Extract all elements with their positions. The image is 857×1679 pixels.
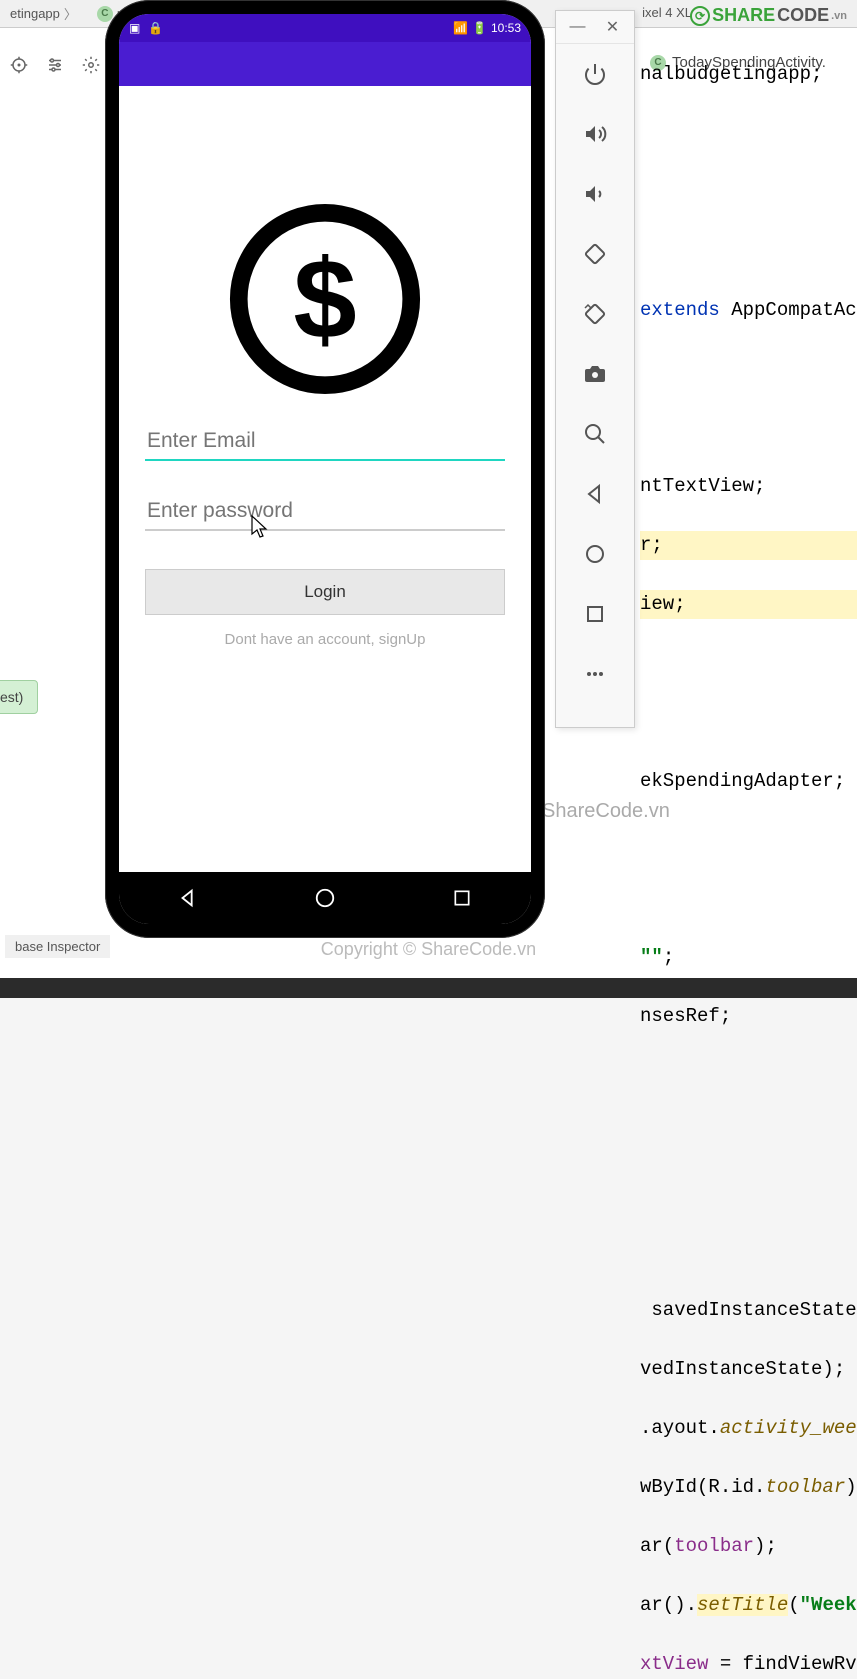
app-logo-dollar-icon: $: [227, 201, 423, 397]
signup-link[interactable]: Dont have an account, signUp: [145, 631, 505, 648]
device-selector-label[interactable]: ixel 4 XL: [642, 5, 692, 20]
phone-device-frame: ▣ 🔒 📶 🔋 10:53 $: [105, 0, 545, 938]
code-line: vedInstanceState);: [640, 1355, 857, 1384]
sharecode-watermark-logo: ⟳ SHARECODE.vn: [690, 5, 847, 26]
code-line: ekSpendingAdapter;: [640, 767, 857, 796]
breadcrumb-label: etingapp: [10, 6, 60, 21]
code-line: [640, 1120, 857, 1149]
nav-overview-button[interactable]: [449, 885, 475, 911]
battery-icon: 🔋: [472, 21, 487, 35]
code-line: iew;: [640, 590, 857, 619]
code-line: ar(toolbar);: [640, 1532, 857, 1561]
app-toolbar: [119, 42, 531, 86]
code-line: [640, 237, 857, 266]
android-status-bar: ▣ 🔒 📶 🔋 10:53: [119, 14, 531, 42]
breadcrumb-item[interactable]: etingapp 〉: [0, 4, 87, 23]
camera-button[interactable]: [556, 344, 634, 404]
lock-icon: 🔒: [148, 21, 163, 35]
code-line: r;: [640, 531, 857, 560]
nav-back-button[interactable]: [175, 885, 201, 911]
gear-icon[interactable]: [82, 56, 100, 74]
code-line: ntTextView;: [640, 472, 857, 501]
code-line: [640, 119, 857, 148]
code-line: [640, 413, 857, 442]
sharecode-icon: ⟳: [690, 6, 710, 26]
ide-toolbar: [0, 50, 100, 80]
more-button[interactable]: [556, 644, 634, 704]
code-line: .ayout.activity_week_spending: [640, 1414, 857, 1443]
home-button[interactable]: [556, 524, 634, 584]
android-nav-bar: [119, 872, 531, 924]
code-line: ar().setTitle("Week Spending: [640, 1591, 857, 1620]
code-line: [640, 1179, 857, 1208]
zoom-button[interactable]: [556, 404, 634, 464]
code-line: extends AppCompatAct: [640, 296, 857, 325]
status-bar-dark: [0, 978, 857, 998]
code-line: [640, 354, 857, 383]
rotate-right-button[interactable]: [556, 284, 634, 344]
svg-text:$: $: [293, 236, 356, 363]
code-line: xtView = findViewRvId(R id t: [640, 1650, 857, 1679]
email-input[interactable]: [145, 419, 505, 461]
run-status-panel[interactable]: est): [0, 680, 38, 714]
code-line: [640, 1061, 857, 1090]
settings-icon[interactable]: [46, 56, 64, 74]
power-button[interactable]: [556, 44, 634, 104]
chevron-right-icon: 〉: [64, 4, 77, 23]
rotate-left-button[interactable]: [556, 224, 634, 284]
code-line: [640, 1238, 857, 1267]
login-form: Login Dont have an account, signUp: [145, 419, 505, 648]
copyright-footer: Copyright © ShareCode.vn: [0, 939, 857, 960]
code-line: [640, 708, 857, 737]
volume-up-button[interactable]: [556, 104, 634, 164]
class-file-icon: C: [97, 6, 113, 22]
code-line: nalbudgetingapp;: [640, 60, 857, 89]
code-line: [640, 884, 857, 913]
phone-notch: [285, 4, 365, 14]
logo-text-suffix: .vn: [831, 10, 847, 22]
overview-button[interactable]: [556, 584, 634, 644]
window-controls: ― ✕: [556, 11, 634, 44]
code-line: [640, 178, 857, 207]
logo-text-part2: CODE: [777, 5, 829, 26]
code-line: savedInstanceState): [640, 1296, 857, 1325]
phone-screen: ▣ 🔒 📶 🔋 10:53 $: [119, 14, 531, 924]
status-icon: ▣: [129, 21, 140, 35]
login-screen-body: $ Login Dont have an account, signUp: [119, 86, 531, 872]
minimize-button[interactable]: ―: [568, 17, 588, 37]
code-line: wById(R.id.toolbar);: [640, 1473, 857, 1502]
signal-icon: 📶: [453, 21, 468, 35]
close-button[interactable]: ✕: [603, 17, 623, 37]
emulator-control-toolbar: ― ✕: [555, 10, 635, 728]
password-input[interactable]: [145, 489, 505, 531]
code-line: nsesRef;: [640, 1002, 857, 1031]
nav-home-button[interactable]: [312, 885, 338, 911]
back-button[interactable]: [556, 464, 634, 524]
status-time: 10:53: [491, 21, 521, 35]
login-button[interactable]: Login: [145, 569, 505, 615]
code-line: [640, 649, 857, 678]
logo-text-part1: SHARE: [712, 5, 775, 26]
code-line: [640, 825, 857, 854]
target-icon[interactable]: [10, 56, 28, 74]
volume-down-button[interactable]: [556, 164, 634, 224]
